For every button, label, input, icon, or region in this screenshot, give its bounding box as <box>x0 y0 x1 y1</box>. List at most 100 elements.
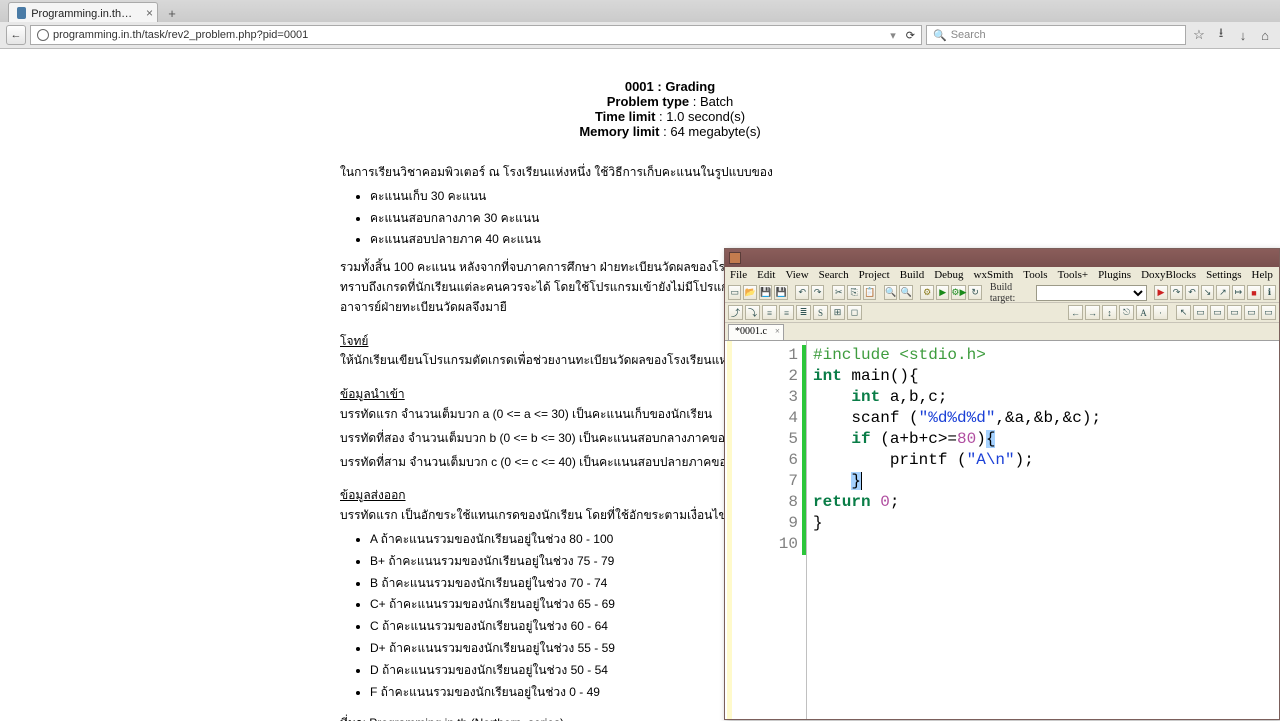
menu-item[interactable]: Debug <box>934 269 963 281</box>
app-icon <box>729 252 741 264</box>
menu-item[interactable]: View <box>785 269 808 281</box>
nav-fwd-icon[interactable]: → <box>1085 305 1100 320</box>
tab-title: Programming.in.th | ศูนย์ก... <box>31 4 135 22</box>
intro-text: ในการเรียนวิชาคอมพิวเตอร์ ณ โรงเรียนแห่ง… <box>340 163 1000 183</box>
step-icon[interactable]: ↶ <box>1185 285 1198 300</box>
tool-icon[interactable]: ⊞ <box>830 305 845 320</box>
tool-icon[interactable]: ≣ <box>796 305 811 320</box>
step-icon[interactable]: ↗ <box>1216 285 1229 300</box>
step-icon[interactable]: ↘ <box>1201 285 1214 300</box>
menu-item[interactable]: Tools+ <box>1058 269 1089 281</box>
stop-icon[interactable]: ■ <box>1247 285 1260 300</box>
section-task: โจทย์ <box>340 332 368 352</box>
menu-item[interactable]: Project <box>859 269 890 281</box>
tab-bar: Programming.in.th | ศูนย์ก... × + <box>0 0 1280 22</box>
search-field[interactable]: 🔍 Search <box>926 25 1186 45</box>
file-tab-label: *0001.c <box>735 326 767 337</box>
tool-icon[interactable]: ◻ <box>847 305 862 320</box>
tool-icon[interactable]: · <box>1153 305 1168 320</box>
new-tab-button[interactable]: + <box>162 4 182 22</box>
globe-icon <box>37 29 49 41</box>
problem-title: 0001 : Grading <box>340 79 1000 94</box>
list-item: คะแนนเก็บ 30 คะแนน <box>370 187 1000 207</box>
close-icon[interactable]: × <box>146 6 153 20</box>
tool-icon[interactable]: A <box>1136 305 1151 320</box>
dropdown-icon[interactable]: ▾ <box>890 29 896 42</box>
run-icon[interactable]: ▶ <box>936 285 949 300</box>
file-tab[interactable]: *0001.c × <box>728 324 784 340</box>
ide-titlebar[interactable] <box>725 249 1279 267</box>
code-editor[interactable]: 1 2 3 4 5 6 7 8 9 10 #include <stdio.h> … <box>725 341 1279 719</box>
cut-icon[interactable]: ✂ <box>832 285 845 300</box>
url-text: programming.in.th/task/rev2_problem.php?… <box>53 29 308 41</box>
url-field[interactable]: programming.in.th/task/rev2_problem.php?… <box>30 25 922 45</box>
menu-item[interactable]: Tools <box>1023 269 1047 281</box>
build-target-select[interactable] <box>1036 285 1147 301</box>
tool-icon[interactable]: ⎋ <box>1119 305 1134 320</box>
browser-chrome: Programming.in.th | ศูนย์ก... × + ← prog… <box>0 0 1280 49</box>
site-icon <box>17 7 26 19</box>
tool-icon[interactable]: ▭ <box>1210 305 1225 320</box>
close-icon[interactable]: × <box>775 326 780 336</box>
copy-icon[interactable]: ⎘ <box>847 285 860 300</box>
ide-window: File Edit View Search Project Build Debu… <box>724 248 1280 720</box>
section-output: ข้อมูลส่งออก <box>340 486 406 506</box>
menu-item[interactable]: Search <box>819 269 849 281</box>
open-icon[interactable]: 📂 <box>743 285 756 300</box>
step-icon[interactable]: ↦ <box>1232 285 1245 300</box>
browser-tab[interactable]: Programming.in.th | ศูนย์ก... × <box>8 2 158 22</box>
debug-run-icon[interactable]: ▶ <box>1154 285 1167 300</box>
pocket-icon[interactable]: ⭳ <box>1212 26 1230 44</box>
address-bar: ← programming.in.th/task/rev2_problem.ph… <box>0 22 1280 48</box>
reload-icon[interactable]: ⟳ <box>906 29 915 42</box>
home-icon[interactable]: ⌂ <box>1256 26 1274 44</box>
menu-item[interactable]: Help <box>1252 269 1273 281</box>
line-gutter: 1 2 3 4 5 6 7 8 9 10 <box>725 341 807 719</box>
downloads-icon[interactable]: ↓ <box>1234 26 1252 44</box>
ide-toolbar-2: ⤴ ⤵ ≡ ≡ ≣ S ⊞ ◻ ← → ↕ ⎋ A · ↖ ▭ ▭ ▭ ▭ ▭ <box>725 303 1279 323</box>
nav-back-icon[interactable]: ← <box>1068 305 1083 320</box>
section-input: ข้อมูลนำเข้า <box>340 385 405 405</box>
search-placeholder: Search <box>951 29 986 41</box>
undo-icon[interactable]: ↶ <box>795 285 808 300</box>
redo-icon[interactable]: ↷ <box>811 285 824 300</box>
new-icon[interactable]: ▭ <box>728 285 741 300</box>
code-area[interactable]: #include <stdio.h> int main(){ int a,b,c… <box>807 341 1279 719</box>
ide-file-tabs: *0001.c × <box>725 323 1279 341</box>
bookmark-icon[interactable]: ☆ <box>1190 26 1208 44</box>
tool-icon[interactable]: ▭ <box>1261 305 1276 320</box>
rebuild-icon[interactable]: ↻ <box>968 285 981 300</box>
find-icon[interactable]: 🔍 <box>884 285 897 300</box>
score-list: คะแนนเก็บ 30 คะแนน คะแนนสอบกลางภาค 30 คะ… <box>370 187 1000 250</box>
build-icon[interactable]: ⚙ <box>920 285 933 300</box>
menu-item[interactable]: Edit <box>757 269 775 281</box>
ide-toolbar-1: ▭ 📂 💾 💾 ↶ ↷ ✂ ⎘ 📋 🔍 🔍 ⚙ ▶ ⚙▶ ↻ Build tar… <box>725 283 1279 303</box>
tool-icon[interactable]: ≡ <box>779 305 794 320</box>
tool-icon[interactable]: ▭ <box>1227 305 1242 320</box>
tool-icon[interactable]: ≡ <box>762 305 777 320</box>
replace-icon[interactable]: 🔍 <box>899 285 912 300</box>
paste-icon[interactable]: 📋 <box>863 285 876 300</box>
tool-icon[interactable]: ⤵ <box>745 305 760 320</box>
menu-item[interactable]: DoxyBlocks <box>1141 269 1196 281</box>
save-icon[interactable]: 💾 <box>759 285 772 300</box>
search-icon: 🔍 <box>933 29 947 42</box>
tool-icon[interactable]: S <box>813 305 828 320</box>
menu-item[interactable]: Build <box>900 269 924 281</box>
info-icon[interactable]: ℹ <box>1263 285 1276 300</box>
back-button[interactable]: ← <box>6 25 26 45</box>
buildrun-icon[interactable]: ⚙▶ <box>951 285 966 300</box>
saveall-icon[interactable]: 💾 <box>774 285 787 300</box>
list-item: คะแนนสอบกลางภาค 30 คะแนน <box>370 209 1000 229</box>
tool-icon[interactable]: ↖ <box>1176 305 1191 320</box>
tool-icon[interactable]: ⤴ <box>728 305 743 320</box>
tool-icon[interactable]: ▭ <box>1193 305 1208 320</box>
tool-icon[interactable]: ▭ <box>1244 305 1259 320</box>
tool-icon[interactable]: ↕ <box>1102 305 1117 320</box>
menu-item[interactable]: wxSmith <box>974 269 1014 281</box>
menu-item[interactable]: Plugins <box>1098 269 1131 281</box>
menu-item[interactable]: File <box>730 269 747 281</box>
step-icon[interactable]: ↷ <box>1170 285 1183 300</box>
problem-header: 0001 : Grading Problem type : Batch Time… <box>340 79 1000 139</box>
menu-item[interactable]: Settings <box>1206 269 1241 281</box>
